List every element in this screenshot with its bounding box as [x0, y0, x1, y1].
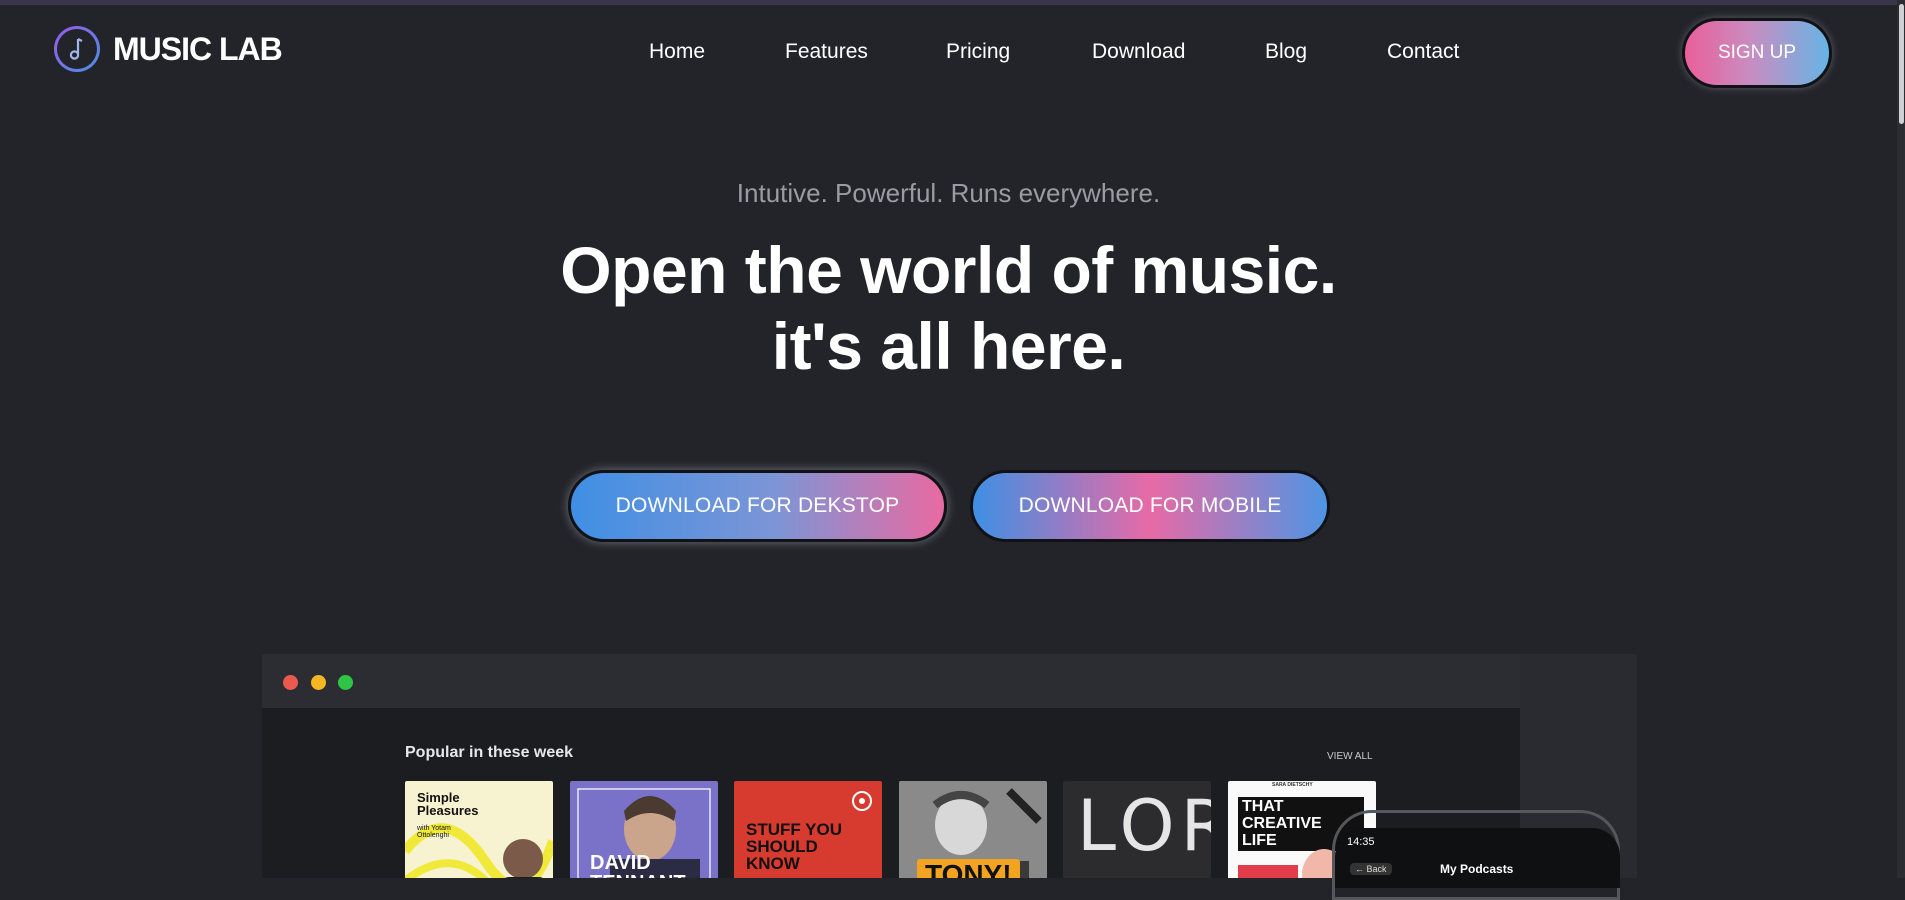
nav-blog[interactable]: Blog	[1265, 40, 1307, 64]
podcast-card[interactable]: TONY!	[899, 781, 1047, 878]
podcast-card[interactable]: LORE	[1063, 781, 1211, 878]
top-border	[0, 0, 1905, 5]
phone-title: My Podcasts	[1440, 862, 1514, 876]
minimize-dot-icon	[311, 675, 326, 690]
headline-line-2: it's all here.	[771, 309, 1126, 383]
nav-home[interactable]: Home	[649, 40, 705, 64]
phone-back-button[interactable]: ← Back	[1350, 863, 1392, 875]
headline-line-1: Open the world of music.	[560, 233, 1337, 307]
podcast-card[interactable]: STUFF YOU SHOULD KNOW	[734, 781, 882, 878]
signup-button[interactable]: SIGN UP	[1682, 18, 1832, 88]
card-title: Simple Pleasures	[417, 790, 479, 818]
phone-time: 14:35	[1347, 836, 1375, 848]
card-subtitle: with Yotam Ottolenghi	[417, 825, 451, 839]
hero-tagline: Intutive. Powerful. Runs everywhere.	[736, 178, 1161, 208]
maximize-dot-icon	[338, 675, 353, 690]
podcast-card[interactable]: Simple Pleasures with Yotam Ottolenghi	[405, 781, 553, 878]
nav-contact[interactable]: Contact	[1387, 40, 1459, 64]
podcast-card[interactable]: DAVID TENNANT	[570, 781, 718, 878]
nav-pricing[interactable]: Pricing	[946, 40, 1010, 64]
nav-features[interactable]: Features	[785, 40, 868, 64]
card-title: TONY!	[917, 859, 1020, 878]
phone-back-label: Back	[1366, 864, 1387, 874]
card-title: DAVID TENNANT	[590, 852, 686, 878]
main-nav: Home Features Pricing Download Blog Cont…	[0, 40, 1905, 70]
card-title: STUFF YOU SHOULD KNOW	[746, 820, 843, 873]
nav-download[interactable]: Download	[1092, 40, 1185, 64]
arrow-left-icon: ←	[1355, 864, 1367, 874]
section-title: Popular in these week	[405, 744, 574, 761]
phone-screen	[1335, 828, 1620, 888]
close-dot-icon	[283, 675, 298, 690]
hero-headline: Open the world of music. it's all here.	[0, 232, 1897, 384]
scrollbar[interactable]	[1897, 0, 1905, 878]
card-title: LORE	[1077, 785, 1211, 867]
view-all-link[interactable]: VIEW ALL	[1327, 751, 1373, 762]
download-mobile-button[interactable]: DOWNLOAD FOR MOBILE	[970, 470, 1330, 542]
window-titlebar	[262, 654, 1520, 708]
download-desktop-button[interactable]: DOWNLOAD FOR DEKSTOP	[568, 470, 947, 542]
